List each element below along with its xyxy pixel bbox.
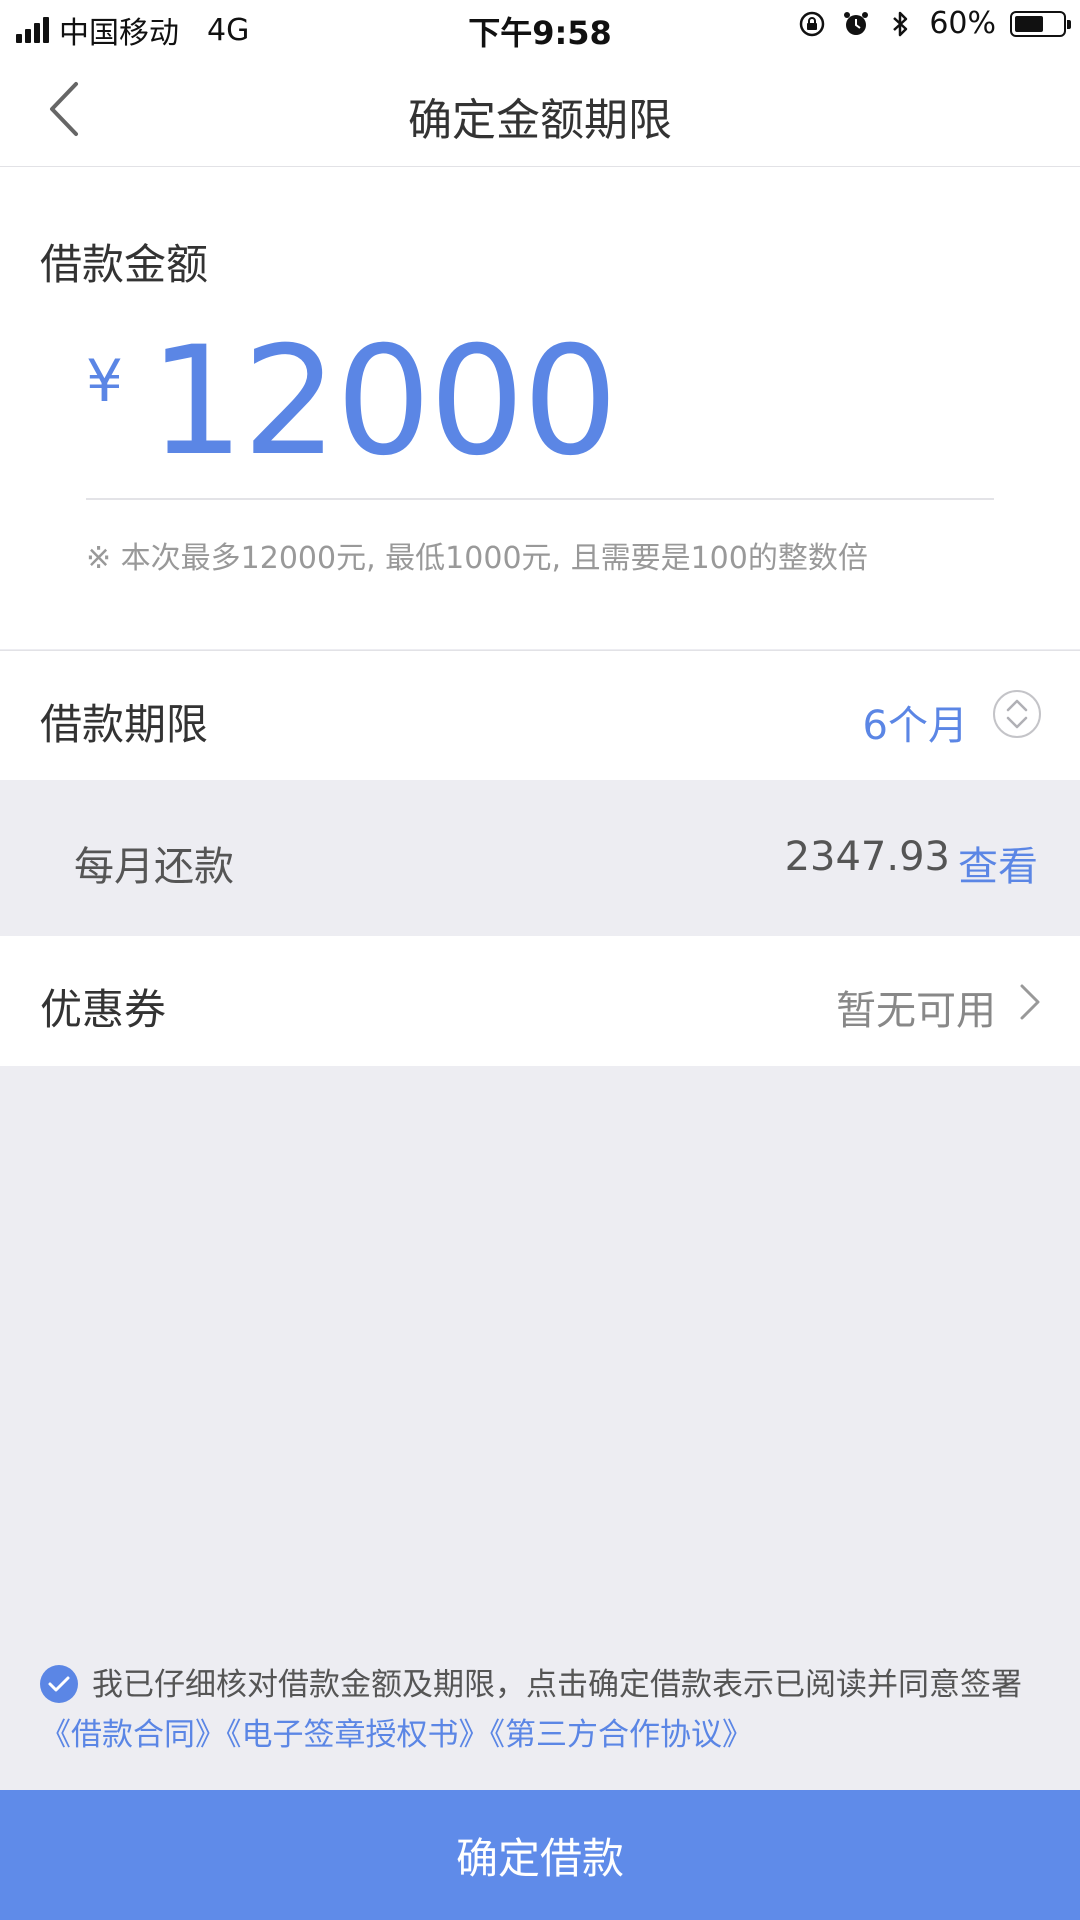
checkbox-checked-icon[interactable]: [40, 1664, 78, 1703]
amount-section: 借款金额 ¥ 12000 ※ 本次最多12000元, 最低1000元, 且需要是…: [0, 167, 1080, 649]
alarm-icon: [844, 11, 869, 35]
coupon-value: 暂无可用: [836, 988, 996, 1034]
loan-term-value[interactable]: 6个月: [863, 693, 968, 751]
loan-term-label: 借款期限: [40, 700, 209, 749]
chevron-right-icon[interactable]: [1016, 982, 1044, 1022]
amount-input[interactable]: ¥ 12000: [86, 327, 618, 477]
currency-symbol: ¥: [86, 347, 123, 415]
bluetooth-icon: [893, 11, 908, 36]
amount-hint: ※ 本次最多12000元, 最低1000元, 且需要是100的整数倍: [86, 541, 868, 576]
orientation-lock-icon: [800, 11, 825, 36]
loan-term-row[interactable]: 借款期限 6个月: [0, 650, 1080, 781]
battery-percent: 60%: [929, 6, 996, 41]
third-party-agreement-link[interactable]: 《第三方合作协议》: [490, 1717, 754, 1753]
page-title: 确定金额期限: [408, 95, 672, 146]
agreement-statement: 我已仔细核对借款金额及期限，点击确定借款表示已阅读并同意签署: [92, 1667, 1022, 1703]
battery-icon: [1010, 10, 1071, 37]
monthly-repayment-label: 每月还款: [74, 844, 234, 890]
amount-value[interactable]: 12000: [149, 327, 618, 477]
coupon-label: 优惠券: [40, 985, 167, 1034]
battery-fill: [1015, 15, 1043, 32]
amount-divider: [86, 498, 994, 500]
nav-bar: 确定金额期限: [0, 54, 1080, 167]
monthly-repayment-row: 每月还款 2347.93 查看: [0, 780, 1080, 936]
coupon-row[interactable]: 优惠券 暂无可用: [0, 936, 1080, 1066]
loan-contract-link[interactable]: 《借款合同》: [40, 1717, 226, 1753]
e-signature-authorization-link[interactable]: 《电子签章授权书》: [226, 1717, 490, 1753]
monthly-repayment-amount: 2347.93: [784, 834, 950, 880]
up-down-stepper-icon[interactable]: [992, 689, 1042, 739]
status-bar: 中国移动 4G 下午9:58 60%: [0, 0, 1080, 54]
view-repayment-link[interactable]: 查看: [958, 834, 1038, 892]
amount-label: 借款金额: [40, 240, 209, 289]
confirm-loan-button[interactable]: 确定借款: [0, 1790, 1080, 1920]
agreement-text: 我已仔细核对借款金额及期限，点击确定借款表示已阅读并同意签署《借款合同》《电子签…: [40, 1660, 1040, 1760]
status-right: 60%: [797, 6, 1071, 41]
